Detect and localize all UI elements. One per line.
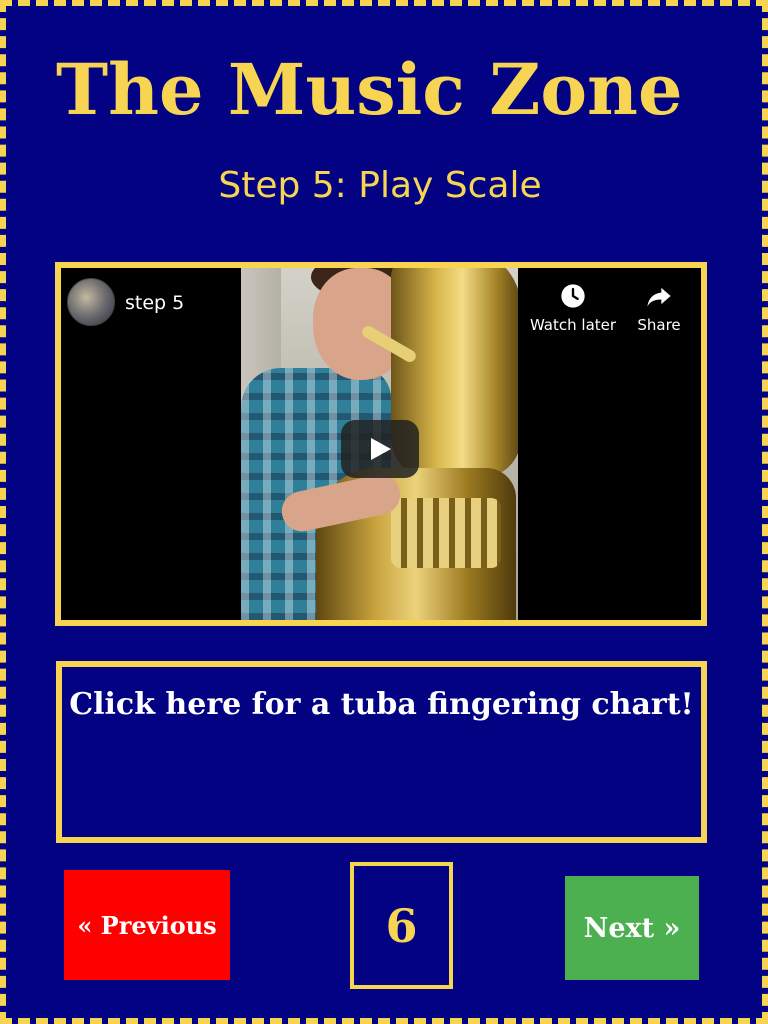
video-embed[interactable]: step 5 Watch later Share [55,262,707,626]
fingering-chart-link-text: Click here for a tuba fingering chart! [69,687,694,722]
share-label: Share [637,316,681,334]
channel-avatar[interactable] [67,278,115,326]
previous-button[interactable]: « Previous [64,870,230,980]
watch-later-button[interactable]: Watch later [523,282,623,334]
watch-later-label: Watch later [529,316,617,334]
video-title[interactable]: step 5 [125,292,184,314]
next-button[interactable]: Next » [565,876,699,980]
page-number: 6 [350,862,453,989]
play-button[interactable] [341,420,419,478]
fingering-chart-link[interactable]: Click here for a tuba fingering chart! [56,661,707,843]
play-icon [371,438,391,460]
share-arrow-icon [647,287,671,307]
step-subtitle: Step 5: Play Scale [218,165,542,206]
page-title: The Music Zone [56,48,683,131]
share-button[interactable]: Share [609,282,701,334]
clock-icon [561,284,585,308]
